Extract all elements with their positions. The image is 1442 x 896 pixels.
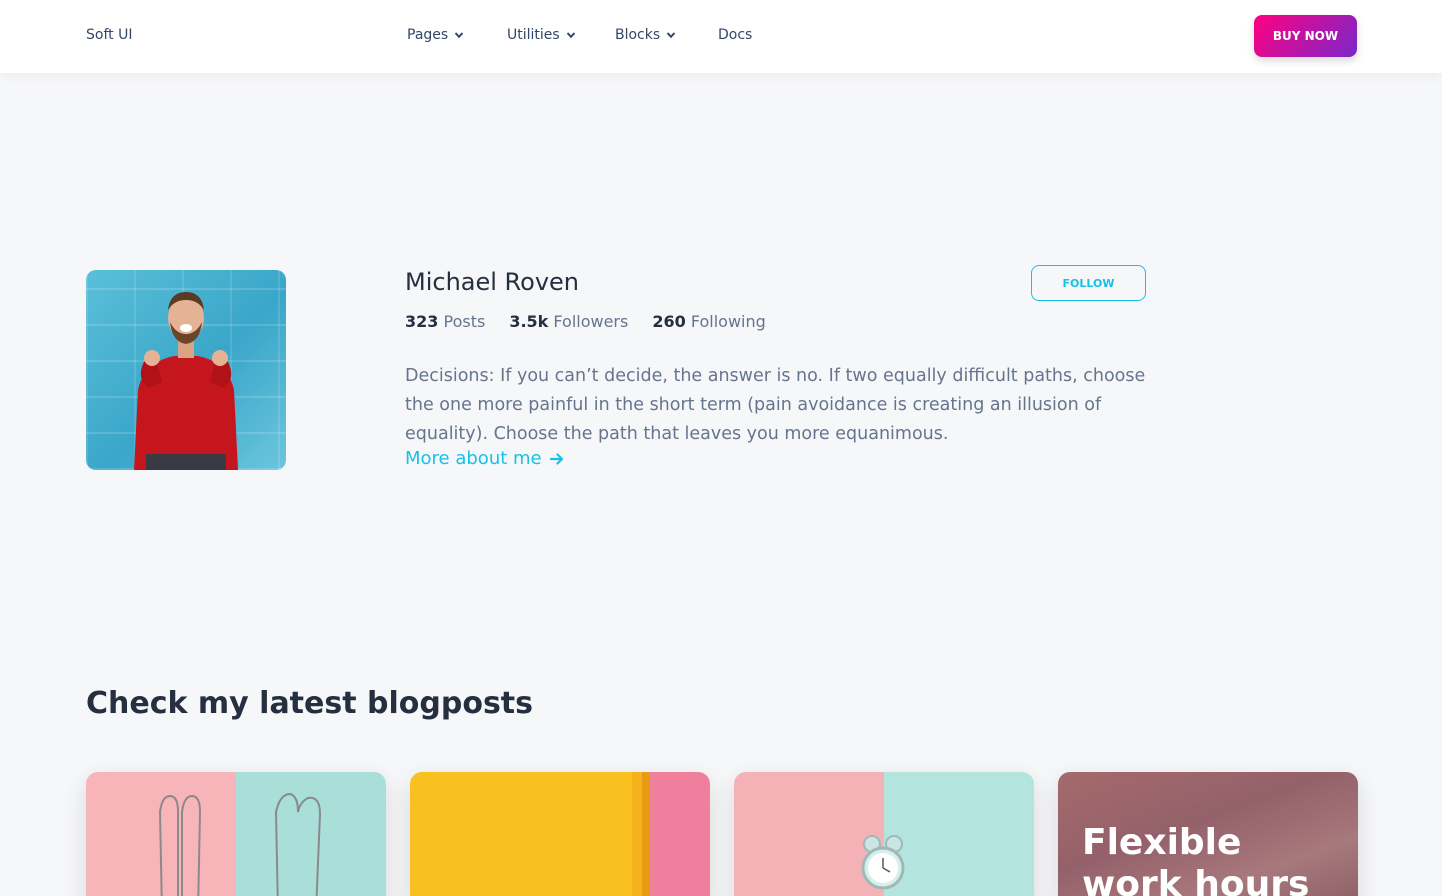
stat-label: Following [690,312,766,331]
more-about-me-link[interactable]: More about me [405,448,564,469]
stat-posts: 323 Posts [405,312,485,331]
follow-button[interactable]: FOLLOW [1031,265,1146,301]
chevron-down-icon [454,32,464,39]
nav-item-label: Pages [407,27,449,43]
stat-followers: 3.5k Followers [509,312,628,331]
profile-avatar [86,270,286,470]
profile-stats: 323 Posts 3.5k Followers 260 Following [405,312,766,331]
nav-item-pages[interactable]: Pages [407,27,464,43]
nav-item-utilities[interactable]: Utilities [507,27,576,43]
blog-card[interactable] [734,772,1034,896]
stat-label: Posts [443,312,486,331]
arrow-right-icon [549,452,563,465]
stat-label: Followers [553,312,629,331]
blog-card[interactable] [86,772,386,896]
nav-item-label: Docs [718,27,753,43]
profile-name: Michael Roven [405,268,580,296]
chevron-down-icon [666,32,676,39]
stat-value: 3.5k [509,312,549,331]
nav-item-label: Utilities [507,27,560,43]
stat-following: 260 Following [652,312,765,331]
pencil-image [632,772,650,896]
blog-section-title: Check my latest blogposts [86,686,533,721]
profile-bio: Decisions: If you can’t decide, the answ… [405,366,1146,444]
stat-value: 323 [405,312,439,331]
buy-now-button[interactable]: BUY NOW [1254,15,1357,57]
card-title: Flexible work hours [1082,822,1310,896]
brand-link[interactable]: Soft UI [86,27,132,43]
person-image [134,292,238,470]
necklace-image [158,792,322,896]
stat-value: 260 [652,312,686,331]
nav-item-blocks[interactable]: Blocks [615,27,676,43]
blog-card-featured[interactable]: Flexible work hours [1058,772,1358,896]
more-about-me-label: More about me [405,448,542,469]
nav-item-docs[interactable]: Docs [718,27,752,43]
chevron-down-icon [566,32,575,39]
blog-card[interactable] [410,772,710,896]
nav-item-label: Blocks [615,27,661,43]
navbar: Soft UI Pages Utilities Blocks Docs BUY … [0,0,1442,73]
alarm-clock-image [861,835,905,890]
